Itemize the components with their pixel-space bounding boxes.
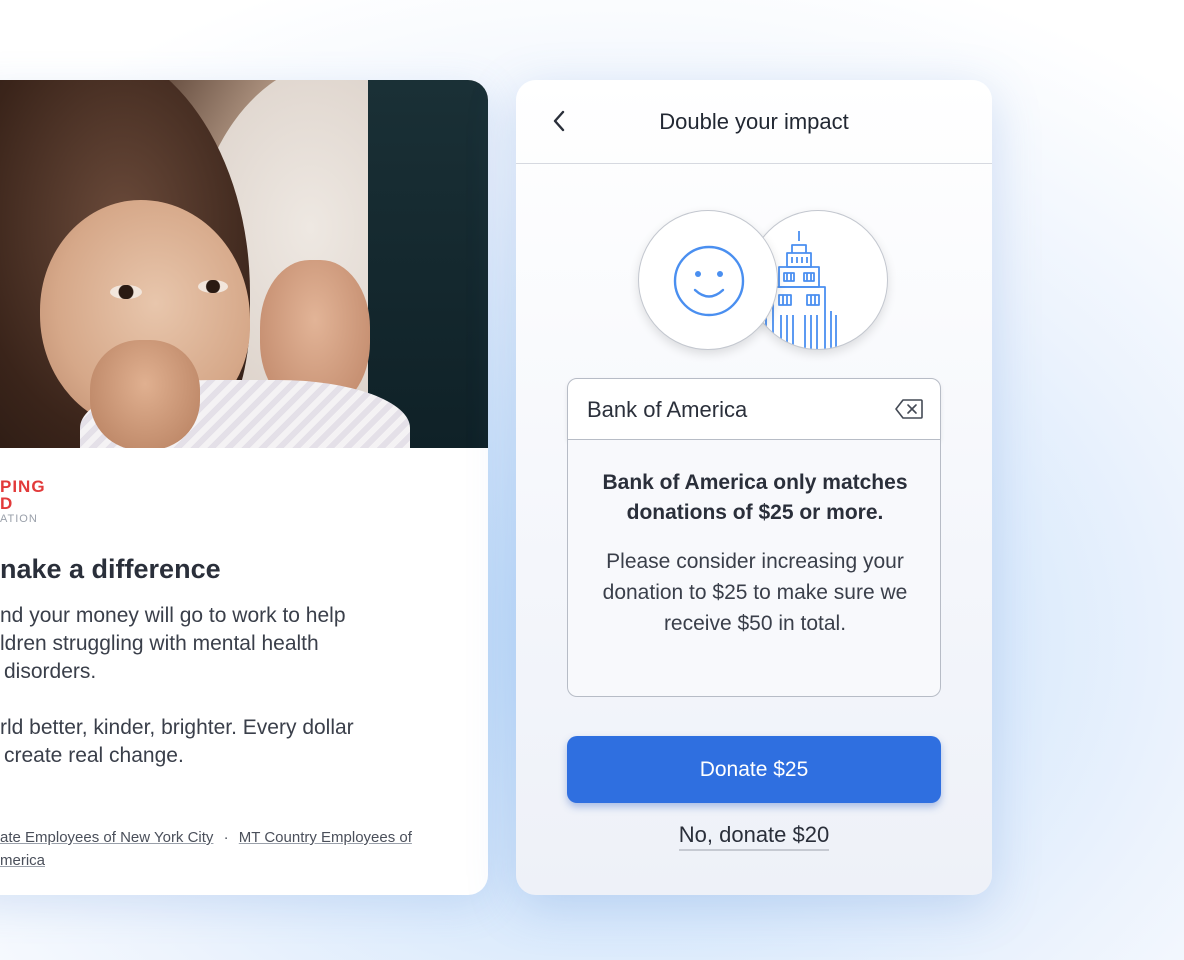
employer-search-input[interactable]: Bank of America [567,378,941,440]
description-line: disorders. [4,660,97,683]
description-line: ldren struggling with mental health [0,632,319,655]
description-line: nd your money will go to work to help [0,604,346,627]
charity-title: nake a difference [0,554,221,584]
matching-suggestion-text: Please consider increasing your donation… [602,550,908,635]
matching-info-panel: Bank of America only matches donations o… [567,440,941,697]
charity-photo [0,80,488,448]
dialog-header: Double your impact [516,80,992,164]
backspace-clear-icon [895,399,923,419]
link-separator: · [223,829,229,846]
employer-link-continued[interactable]: merica [0,852,45,869]
employer-search-value[interactable]: Bank of America [587,397,747,423]
donate-secondary-label[interactable]: No, donate $20 [678,822,830,851]
employer-link[interactable]: MT Country Employees of [239,829,412,846]
employer-link[interactable]: ate Employees of New York City [0,829,213,846]
logo-line-3: ATION [0,513,38,525]
charity-logo: PING D ATION [0,478,46,526]
logo-line-2: D [0,494,14,513]
donate-secondary-link[interactable]: No, donate $20 [516,822,992,851]
matching-employers-links: ate Employees of New York City · MT Coun… [0,826,470,872]
match-dialog: Double your impact Bank of America Bank … [516,80,992,895]
charity-description: nd your money will go to work to help ld… [0,602,460,770]
matching-requirement-text: Bank of America only matches donations o… [602,471,908,524]
dialog-title: Double your impact [659,109,849,134]
description-line: rld better, kinder, brighter. Every doll… [0,716,354,739]
charity-card: PING D ATION nake a difference nd your m… [0,80,488,895]
logo-line-1: PING [0,477,46,496]
description-line: create real change. [4,744,184,767]
smiley-face-icon [673,245,745,317]
clear-search-button[interactable] [894,398,924,420]
donor-avatar [638,210,778,350]
donate-primary-button[interactable]: Donate $25 [567,736,941,803]
